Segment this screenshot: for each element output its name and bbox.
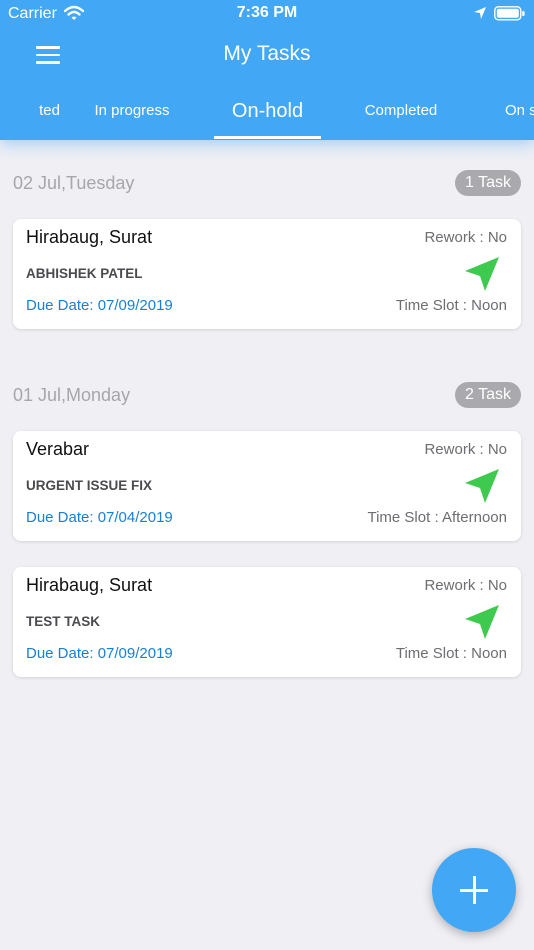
task-time-slot: Time Slot : Afternoon <box>367 509 507 526</box>
task-count-badge: 1 Task <box>455 170 521 196</box>
task-name: ABHISHEK PATEL <box>26 266 143 281</box>
task-name: TEST TASK <box>26 614 100 629</box>
task-list[interactable]: 02 Jul,Tuesday 1 Task Hirabaug, Surat Re… <box>0 140 534 950</box>
task-rework: Rework : No <box>424 229 507 246</box>
tab-completed[interactable]: Completed <box>351 88 451 136</box>
battery-icon <box>494 6 526 26</box>
status-time: 7:36 PM <box>236 4 298 21</box>
task-due-date: Due Date: 07/09/2019 <box>26 645 173 662</box>
task-card[interactable]: Hirabaug, Surat Rework : No TEST TASK Du… <box>13 567 521 677</box>
task-due-date: Due Date: 07/09/2019 <box>26 297 173 314</box>
task-name: URGENT ISSUE FIX <box>26 478 153 493</box>
section-date: 01 Jul,Monday <box>13 385 131 405</box>
tab-on-site[interactable]: On s <box>505 88 534 136</box>
task-location: Verabar <box>26 439 90 459</box>
task-card[interactable]: Hirabaug, Surat Rework : No ABHISHEK PAT… <box>13 219 521 329</box>
task-location: Hirabaug, Surat <box>26 575 153 595</box>
location-arrow-icon <box>473 6 487 25</box>
task-time-slot: Time Slot : Noon <box>395 645 507 662</box>
task-rework: Rework : No <box>424 577 507 594</box>
add-task-button[interactable] <box>432 848 516 932</box>
navigate-arrow-icon[interactable] <box>463 467 501 505</box>
tab-started[interactable]: ted <box>0 88 60 136</box>
task-time-slot: Time Slot : Noon <box>395 297 507 314</box>
status-bar: Carrier 7:36 PM <box>0 0 534 28</box>
status-tabs: ted In progress On-hold Completed On s <box>0 88 534 140</box>
task-rework: Rework : No <box>424 441 507 458</box>
tab-on-hold[interactable]: On-hold <box>214 88 321 136</box>
page-title: My Tasks <box>223 42 311 65</box>
task-location: Hirabaug, Surat <box>26 227 153 247</box>
active-tab-indicator <box>214 136 321 139</box>
navigate-arrow-icon[interactable] <box>463 255 501 293</box>
app-header: Carrier 7:36 PM My Tasks ted In progress… <box>0 0 534 140</box>
tab-in-progress[interactable]: In progress <box>80 88 184 136</box>
task-count-badge: 2 Task <box>455 382 521 408</box>
navigation-bar: My Tasks <box>0 30 534 80</box>
task-due-date: Due Date: 07/04/2019 <box>26 509 173 526</box>
task-card[interactable]: Verabar Rework : No URGENT ISSUE FIX Due… <box>13 431 521 541</box>
navigate-arrow-icon[interactable] <box>463 603 501 641</box>
section-date: 02 Jul,Tuesday <box>13 173 135 193</box>
